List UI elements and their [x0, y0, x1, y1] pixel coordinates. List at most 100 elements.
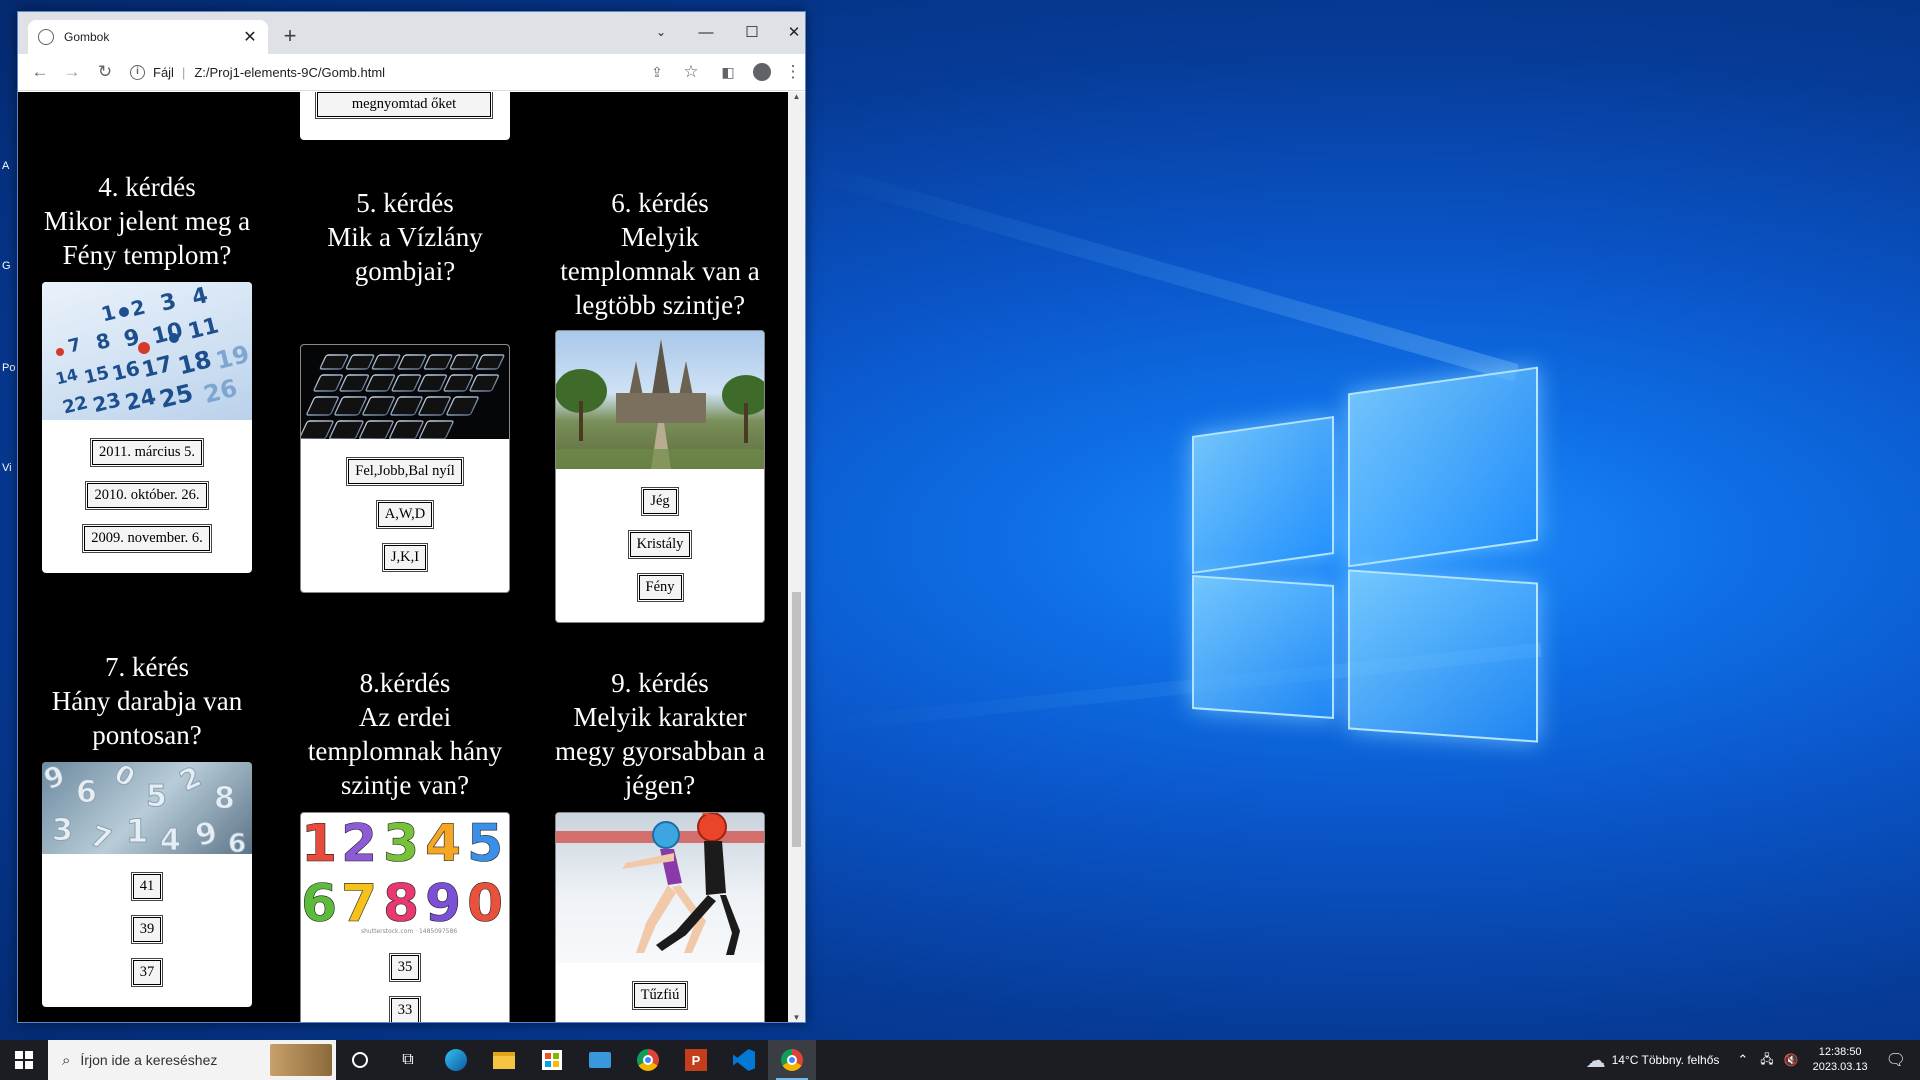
desktop-icon-label[interactable]: G	[2, 260, 11, 272]
answer-button[interactable]: Fény	[637, 574, 683, 601]
svg-text:7: 7	[341, 874, 377, 934]
store-icon[interactable]	[528, 1040, 576, 1080]
notification-icon[interactable]: 🗨	[1886, 1050, 1906, 1070]
answer-button[interactable]: Fel,Jobb,Bal nyíl	[347, 458, 463, 485]
answer-button[interactable]: Jég	[642, 488, 678, 515]
svg-text:6: 6	[76, 775, 97, 810]
forward-arrow-icon[interactable]: →	[60, 60, 84, 84]
powerpoint-icon[interactable]: P	[672, 1040, 720, 1080]
svg-text:3: 3	[52, 813, 73, 848]
question-card-8: 8.kérdés Az erdei templomnak hány szintj…	[300, 666, 510, 1022]
svg-text:1: 1	[126, 812, 148, 850]
chevron-up-icon[interactable]: ⌃	[1737, 1052, 1748, 1068]
answer-card: 1234 7891011 141516171819 2223242526 293…	[42, 282, 252, 573]
reload-icon[interactable]: ↻	[93, 60, 117, 84]
question-title: 8.kérdés Az erdei templomnak hány szintj…	[307, 668, 503, 800]
clock-date: 2023.03.13	[1812, 1061, 1868, 1073]
page-viewport: megnyomtad őket 4. kérdés Mikor jelent m…	[18, 92, 788, 1022]
svg-text:16: 16	[109, 356, 142, 386]
colorful-digits-image: 12345 67890 shutterstock.com · 148509758…	[301, 813, 509, 935]
search-placeholder: Írjon ide a kereséshez	[80, 1052, 218, 1068]
address-bar[interactable]: i Fájl | Z:/Proj1-elements-9C/Gomb.html	[130, 59, 670, 86]
clock-time: 12:38:50	[1818, 1046, 1862, 1058]
svg-text:18: 18	[175, 345, 214, 380]
chrome-active-icon[interactable]	[768, 1040, 816, 1080]
answer-list: 2011. március 5. 2010. október. 26. 2009…	[42, 420, 252, 561]
desktop-icon-label[interactable]: A	[2, 160, 9, 172]
edge-icon[interactable]	[432, 1040, 480, 1080]
vscode-icon[interactable]	[720, 1040, 768, 1080]
minimize-button[interactable]: —	[691, 20, 721, 44]
address-prefix: Fájl	[153, 65, 174, 80]
svg-text:0: 0	[109, 762, 140, 794]
answer-button[interactable]: Tűzfiú	[632, 982, 688, 1009]
taskbar-search-box[interactable]: ⌕ Írjon ide a kereséshez	[48, 1040, 336, 1080]
weather-widget[interactable]: ☁ 14°C Többny. felhős	[1586, 1048, 1720, 1073]
answer-list: Fel,Jobb,Bal nyíl A,W,D J,K,I	[301, 439, 509, 580]
mail-icon[interactable]	[576, 1040, 624, 1080]
new-tab-button[interactable]: +	[278, 25, 302, 47]
bookmark-star-icon[interactable]: ☆	[679, 60, 703, 84]
answer-button[interactable]: 2009. november. 6.	[83, 525, 211, 552]
volume-muted-icon[interactable]: 🔇	[1784, 1053, 1799, 1067]
answer-button[interactable]: Kristály	[628, 531, 692, 558]
answer-list: Tűzfiú	[556, 963, 764, 1022]
calendar-image: 1234 7891011 141516171819 2223242526 293…	[42, 282, 252, 420]
svg-text:8: 8	[214, 781, 235, 816]
tab-gombok[interactable]: Gombok ✕	[28, 20, 268, 54]
answer-button[interactable]: J,K,I	[382, 544, 428, 571]
answer-card: 12345 67890 shutterstock.com · 148509758…	[300, 812, 510, 1022]
scroll-up-arrow-icon[interactable]: ▲	[788, 92, 805, 101]
light-beam	[802, 160, 1519, 382]
svg-text:30: 30	[89, 416, 122, 420]
answer-button[interactable]: A,W,D	[376, 501, 434, 528]
scrollbar-thumb[interactable]	[792, 592, 801, 847]
back-arrow-icon[interactable]: ←	[28, 60, 52, 84]
file-explorer-icon[interactable]	[480, 1040, 528, 1080]
info-icon[interactable]: i	[130, 65, 145, 80]
answer-card: 960528 371496 41 39 37	[42, 762, 252, 1007]
scroll-down-arrow-icon[interactable]: ▼	[788, 1013, 805, 1022]
answer-button[interactable]: 2010. október. 26.	[86, 482, 208, 509]
close-tab-icon[interactable]: ✕	[242, 27, 258, 47]
answer-button[interactable]: 35	[389, 954, 421, 981]
chrome-icon[interactable]	[624, 1040, 672, 1080]
answer-button[interactable]: 39	[131, 916, 163, 943]
maximize-button[interactable]: ☐	[737, 20, 767, 44]
network-icon[interactable]: 🖧	[1760, 1050, 1773, 1071]
profile-avatar-icon[interactable]	[750, 60, 774, 84]
close-window-button[interactable]: ✕	[783, 20, 805, 44]
search-highlight-icon	[270, 1044, 332, 1076]
svg-text:22: 22	[61, 392, 90, 418]
menu-kebab-icon[interactable]: ⋮	[781, 60, 805, 84]
svg-text:4: 4	[425, 814, 461, 874]
desktop-icon-label[interactable]: Po	[2, 362, 15, 374]
windows-start-icon	[15, 1051, 33, 1069]
svg-text:7: 7	[86, 819, 116, 854]
answer-button[interactable]: 33	[389, 997, 421, 1022]
globe-icon	[38, 29, 54, 45]
answer-button[interactable]: 2011. március 5.	[90, 439, 204, 466]
page-scrollbar[interactable]: ▲ ▼	[788, 92, 805, 1022]
previous-card: megnyomtad őket	[300, 92, 510, 140]
task-view-icon[interactable]: ⧉	[384, 1040, 432, 1080]
tab-search-icon[interactable]: ⌄	[646, 20, 676, 44]
side-panel-icon[interactable]: ◧	[716, 60, 740, 84]
clock[interactable]: 12:38:50 2023.03.13	[1813, 1045, 1868, 1075]
svg-text:10: 10	[150, 318, 186, 350]
tab-title: Gombok	[64, 30, 110, 44]
answer-button[interactable]: 41	[131, 873, 163, 900]
svg-text:4: 4	[189, 283, 210, 311]
svg-text:14: 14	[54, 365, 80, 389]
svg-text:7: 7	[66, 334, 83, 357]
share-icon[interactable]: ⇪	[645, 60, 669, 84]
svg-text:6: 6	[228, 829, 246, 854]
cloud-icon: ☁	[1585, 1049, 1606, 1072]
answer-button[interactable]: 37	[131, 959, 163, 986]
start-button[interactable]	[0, 1040, 48, 1080]
numbers-pile-image: 960528 371496	[42, 762, 252, 854]
browser-window: Gombok ✕ + ⌄ — ☐ ✕ ← → ↻ i Fájl | Z:/Pro…	[17, 11, 806, 1023]
task-view-circle-icon[interactable]	[336, 1040, 384, 1080]
answer-button[interactable]: megnyomtad őket	[316, 92, 492, 118]
desktop-icon-label[interactable]: Vi	[2, 462, 12, 474]
